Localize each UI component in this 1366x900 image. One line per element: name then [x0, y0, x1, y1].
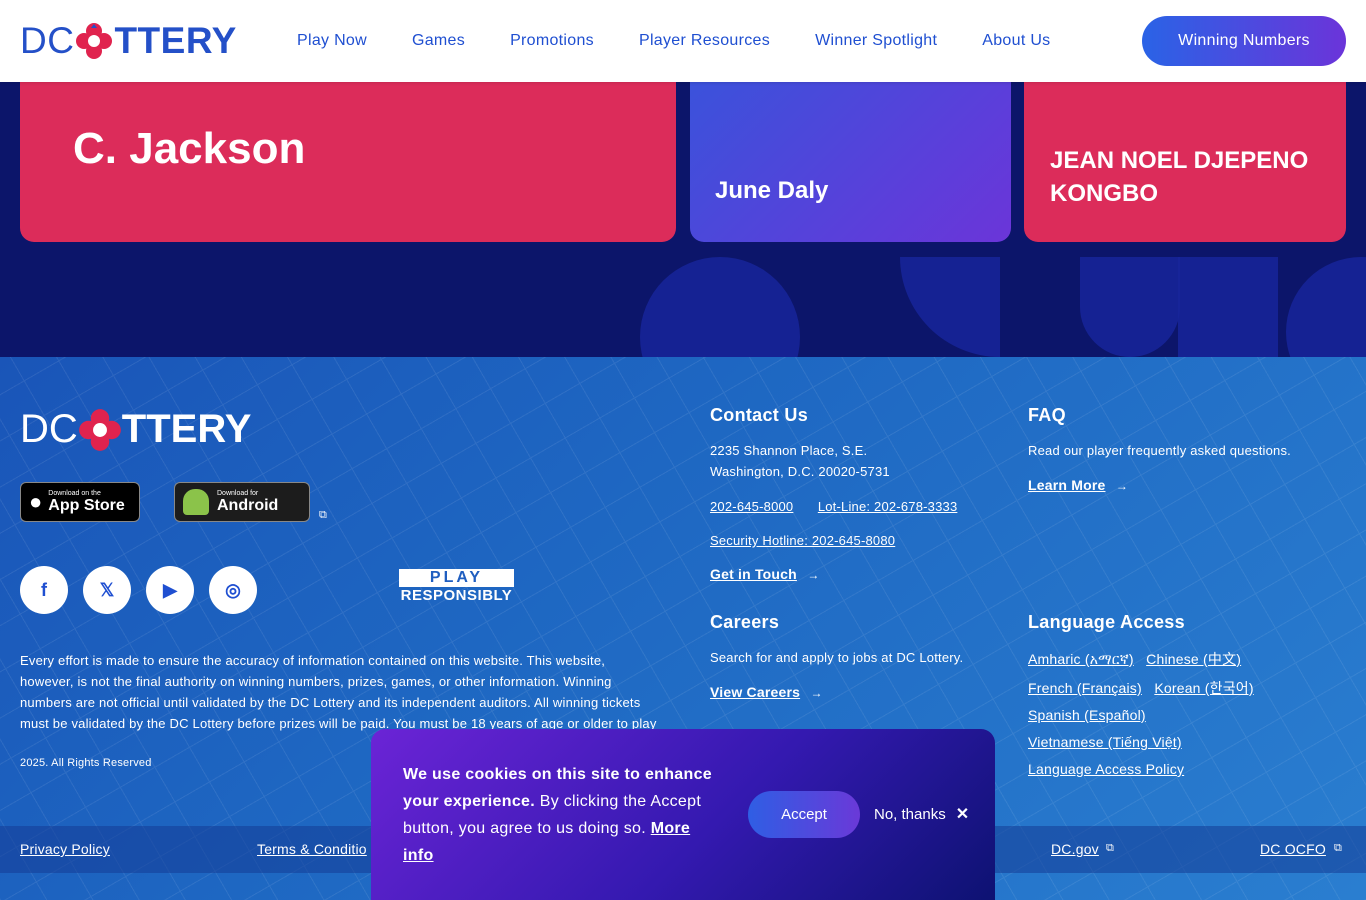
winner-spotlight-section: C. Jackson June Daly JEAN NOEL DJEPENO K… — [0, 82, 1366, 357]
lang-chinese-link[interactable]: Chinese (中文) — [1146, 651, 1241, 667]
careers-heading: Careers — [710, 612, 780, 632]
faq-heading: FAQ — [1028, 405, 1066, 425]
winner-name: C. Jackson — [73, 124, 306, 173]
nav-play-now[interactable]: Play Now — [297, 32, 367, 50]
decorative-shape — [900, 257, 1000, 357]
no-thanks-button[interactable]: No, thanks ✕ — [874, 804, 969, 824]
android-icon — [183, 489, 209, 515]
cookie-message: We use cookies on this site to enhance y… — [403, 761, 723, 869]
lang-korean-link[interactable]: Korean (한국어) — [1154, 680, 1253, 696]
main-nav: Play Now Games Promotions Player Resourc… — [297, 0, 1095, 82]
winner-name: JEAN NOEL DJEPENO KONGBO — [1050, 147, 1309, 207]
arrow-right-icon: → — [810, 686, 823, 700]
address-line-1: 2235 Shannon Place, S.E. — [710, 443, 868, 458]
dc-lottery-logo[interactable]: DC TTERY — [20, 20, 237, 62]
x-icon[interactable]: 𝕏 — [83, 566, 131, 614]
winner-card[interactable]: June Daly — [690, 82, 1011, 242]
arrow-right-icon: → — [807, 568, 820, 582]
faq-text: Read our player frequently asked questio… — [1028, 443, 1291, 458]
view-careers-link[interactable]: View Careers — [710, 684, 800, 700]
footer-logo[interactable]: DC TTERY — [20, 407, 251, 452]
google-play-badge[interactable]: Download for Android — [174, 482, 310, 522]
lang-amharic-link[interactable]: Amharic (አማርኛ) — [1028, 651, 1134, 667]
copyright-text: 2025. All Rights Reserved — [20, 757, 152, 769]
contact-heading: Contact Us — [710, 405, 809, 425]
security-hotline-link[interactable]: Security Hotline: 202-645-8080 — [710, 533, 895, 548]
accept-button[interactable]: Accept — [748, 791, 860, 838]
cookie-consent-banner: We use cookies on this site to enhance y… — [371, 729, 995, 900]
winner-card[interactable]: JEAN NOEL DJEPENO KONGBO — [1024, 82, 1346, 242]
phone-link[interactable]: 202-645-8000 — [710, 499, 793, 514]
address-line-2: Washington, D.C. 20020-5731 — [710, 464, 890, 479]
lang-vietnamese-link[interactable]: Vietnamese (Tiếng Việt) — [1028, 734, 1182, 750]
get-in-touch-link[interactable]: Get in Touch — [710, 566, 797, 582]
language-access-heading: Language Access — [1028, 612, 1185, 632]
decorative-shape — [1178, 257, 1278, 357]
logo-lottery-text: TTERY — [114, 20, 237, 61]
lang-french-link[interactable]: French (Français) — [1028, 680, 1142, 696]
play-text: PLAY — [399, 569, 514, 587]
arrow-right-icon: → — [1115, 479, 1128, 493]
disclaimer-text: Every effort is made to ensure the accur… — [20, 653, 657, 731]
external-link-icon: ⧉ — [1334, 842, 1342, 854]
winner-name: June Daly — [715, 177, 829, 204]
decorative-shape — [1080, 257, 1180, 357]
decorative-shape — [640, 257, 800, 357]
lotline-link[interactable]: Lot-Line: 202-678-3333 — [818, 499, 958, 514]
terms-link[interactable]: Terms & Conditio — [257, 841, 367, 857]
badge-small-text: Download on the — [48, 490, 101, 497]
careers-text: Search for and apply to jobs at DC Lotte… — [710, 650, 964, 665]
winner-card[interactable]: C. Jackson — [20, 82, 676, 242]
logo-lottery-text: TTERY — [121, 407, 252, 451]
nav-games[interactable]: Games — [412, 32, 465, 50]
language-access-policy-link[interactable]: Language Access Policy — [1028, 761, 1184, 777]
flower-logo-icon — [78, 408, 122, 452]
badge-large-text: Android — [217, 497, 279, 514]
nav-promotions[interactable]: Promotions — [510, 32, 594, 50]
badge-large-text: App Store — [48, 497, 125, 514]
careers-column: Careers Search for and apply to jobs at … — [710, 612, 1010, 702]
badge-small-text: Download for — [217, 490, 259, 497]
instagram-icon[interactable]: ◎ — [209, 566, 257, 614]
learn-more-link[interactable]: Learn More — [1028, 477, 1105, 493]
flower-logo-icon — [75, 22, 113, 60]
privacy-policy-link[interactable]: Privacy Policy — [20, 841, 110, 857]
play-responsibly-logo[interactable]: PLAY RESPONSIBLY — [399, 569, 514, 604]
site-header: DC TTERY Play Now Games Promotions Playe… — [0, 0, 1366, 82]
nav-about-us[interactable]: About Us — [982, 32, 1050, 50]
dcgov-link[interactable]: DC.gov — [1051, 841, 1099, 857]
dc-ocfo-link[interactable]: DC OCFO — [1260, 841, 1326, 857]
apple-icon: ● — [29, 489, 43, 514]
facebook-icon[interactable]: f — [20, 566, 68, 614]
logo-dc-text: DC — [20, 407, 78, 451]
youtube-icon[interactable]: ▶ — [146, 566, 194, 614]
logo-dc-text: DC — [20, 20, 75, 61]
nav-player-resources[interactable]: Player Resources — [639, 32, 770, 50]
external-link-icon: ⧉ — [319, 509, 327, 521]
responsibly-text: RESPONSIBLY — [400, 587, 513, 604]
winning-numbers-button[interactable]: Winning Numbers — [1142, 16, 1346, 66]
language-access-column: Language Access Amharic (አማርኛ) Chinese (… — [1028, 612, 1348, 779]
lang-spanish-link[interactable]: Spanish (Español) — [1028, 707, 1146, 723]
contact-column: Contact Us 2235 Shannon Place, S.E. Wash… — [710, 405, 1010, 584]
app-store-badge[interactable]: ● Download on the App Store — [20, 482, 140, 522]
no-thanks-label: No, thanks — [874, 805, 946, 823]
nav-winner-spotlight[interactable]: Winner Spotlight — [815, 32, 937, 50]
close-icon: ✕ — [955, 806, 970, 823]
external-link-icon: ⧉ — [1106, 842, 1114, 854]
faq-column: FAQ Read our player frequently asked que… — [1028, 405, 1348, 495]
decorative-shape — [1286, 257, 1366, 357]
